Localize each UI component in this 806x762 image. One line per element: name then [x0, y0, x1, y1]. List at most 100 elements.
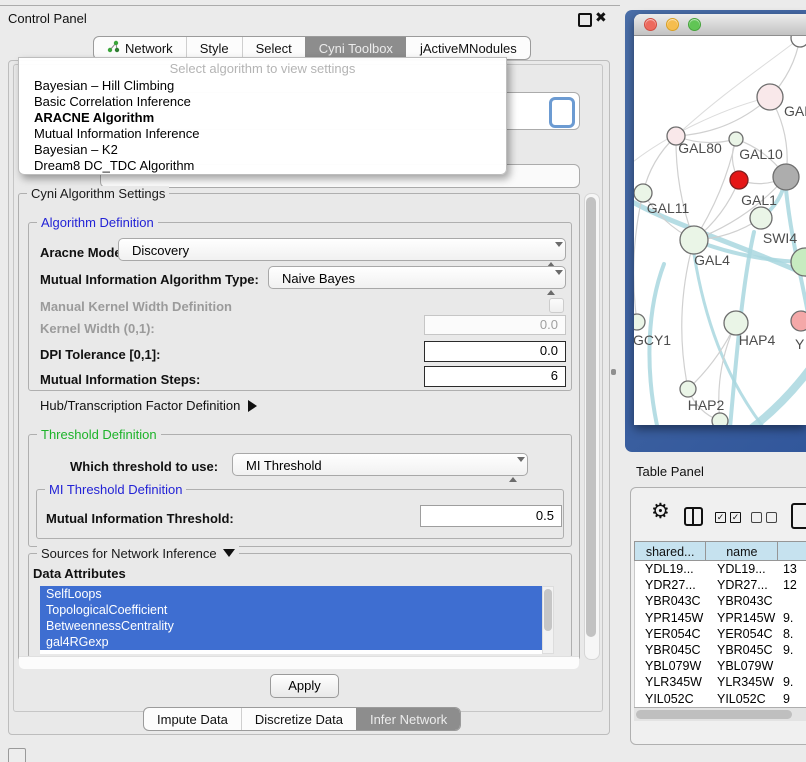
- tab-item[interactable]: Select: [242, 37, 305, 59]
- table-row[interactable]: YIL052C YIL052C 9: [635, 691, 806, 707]
- algorithm-option[interactable]: Bayesian – K2: [19, 142, 506, 158]
- settings-scrollbar-thumb[interactable]: [586, 197, 596, 637]
- mi-type-combo[interactable]: Naive Bayes: [268, 266, 566, 289]
- tab-item[interactable]: jActiveMNodules: [406, 37, 530, 59]
- aracne-mode-label: Aracne Mode:: [40, 245, 126, 260]
- table-header-row: shared...name: [634, 541, 806, 561]
- docked-panel-icon[interactable]: [8, 748, 26, 762]
- attribute-list-item[interactable]: SelfLoops: [40, 586, 542, 602]
- algorithm-option[interactable]: Bayesian – Hill Climbing: [19, 78, 506, 94]
- tab-label: Impute Data: [157, 712, 228, 727]
- dpi-tolerance-field[interactable]: 0.0: [424, 341, 566, 362]
- manual-kernel-checkbox[interactable]: [549, 298, 564, 313]
- expand-arrow-icon: [248, 400, 257, 412]
- table-row[interactable]: YER054C YER054C 8.: [635, 626, 806, 642]
- table-row[interactable]: YBR045C YBR045C 9.: [635, 642, 806, 658]
- mi-threshold-field[interactable]: 0.5: [420, 505, 562, 527]
- apply-button[interactable]: Apply: [270, 674, 339, 698]
- export-table-icon[interactable]: [791, 503, 806, 529]
- deselect-all-icon[interactable]: [751, 512, 762, 523]
- cell-shared-name: YDR27...: [635, 577, 707, 593]
- algorithm-option[interactable]: Mutual Information Inference: [19, 126, 506, 142]
- table-row[interactable]: YDL19... YDL19... 13: [635, 561, 806, 577]
- zoom-traffic-light[interactable]: [688, 18, 701, 31]
- table-row[interactable]: YPR145W YPR145W 9.: [635, 610, 806, 626]
- network-window: GALGAL80GAL10GAL1GAL11GAL4SWI4GCY1HAP4YH…: [634, 14, 806, 425]
- attribute-list-item[interactable]: BetweennessCentrality: [40, 618, 542, 634]
- attributes-scrollbar-thumb[interactable]: [544, 589, 552, 631]
- cell-name: YLR345W: [707, 674, 779, 690]
- mi-steps-field[interactable]: 6: [424, 366, 566, 387]
- tab-item[interactable]: Style: [186, 37, 242, 59]
- table-row[interactable]: YBR043C YBR043C: [635, 593, 806, 609]
- mi-type-label: Mutual Information Algorithm Type:: [40, 272, 259, 287]
- network-icon: [107, 40, 120, 56]
- cell-name: YER054C: [707, 626, 779, 642]
- select-all-checked-icon[interactable]: ✓: [730, 512, 741, 523]
- minimize-traffic-light[interactable]: [666, 18, 679, 31]
- kernel-width-label: Kernel Width (0,1):: [40, 321, 155, 336]
- column-header[interactable]: name: [706, 541, 778, 561]
- close-traffic-light[interactable]: [644, 18, 657, 31]
- svg-text:GAL4: GAL4: [694, 252, 730, 268]
- column-header[interactable]: shared...: [634, 541, 706, 561]
- table-scrollbar-thumb[interactable]: [636, 710, 792, 719]
- table-panel-title: Table Panel: [636, 464, 704, 479]
- list-bottom-strip: [19, 656, 579, 669]
- mi-type-value: Naive Bayes: [282, 271, 355, 286]
- columns-icon[interactable]: [684, 507, 703, 526]
- tab-item[interactable]: Network: [94, 37, 186, 59]
- tab-label: Cyni Toolbox: [319, 41, 393, 56]
- float-window-icon[interactable]: [578, 13, 592, 27]
- kernel-width-field[interactable]: 0.0: [424, 315, 566, 335]
- panel-splitter-handle[interactable]: [611, 369, 616, 375]
- tab-item[interactable]: Infer Network: [356, 708, 460, 730]
- cell-name: YPR145W: [707, 610, 779, 626]
- table-row[interactable]: YLR345W YLR345W 9.: [635, 674, 806, 690]
- cell-value: 12: [779, 577, 806, 593]
- control-panel-title: Control Panel: [8, 11, 87, 26]
- attributes-scrollbar[interactable]: [542, 586, 554, 654]
- tab-item[interactable]: Impute Data: [144, 708, 241, 730]
- close-icon[interactable]: ✖: [595, 9, 607, 26]
- svg-text:GAL1: GAL1: [741, 192, 777, 208]
- table-horizontal-scrollbar[interactable]: [634, 707, 806, 721]
- aracne-mode-combo[interactable]: Discovery: [118, 238, 566, 261]
- which-threshold-combo[interactable]: MI Threshold: [232, 453, 528, 476]
- tab-item[interactable]: Discretize Data: [241, 708, 356, 730]
- cell-value: 9: [779, 691, 806, 707]
- data-attributes-label: Data Attributes: [33, 566, 126, 581]
- algorithm-popup-hint: Select algorithm to view settings: [19, 58, 506, 78]
- svg-text:HAP4: HAP4: [739, 332, 776, 348]
- algorithm-option[interactable]: Dream8 DC_TDC Algorithm: [19, 158, 506, 174]
- svg-text:HAP2: HAP2: [688, 397, 725, 413]
- algorithm-option[interactable]: Basic Correlation Inference: [19, 94, 506, 110]
- cell-name: YDL19...: [707, 561, 779, 577]
- network-canvas[interactable]: GALGAL80GAL10GAL1GAL11GAL4SWI4GCY1HAP4YH…: [634, 36, 806, 425]
- table-toolbar: ⚙ ✓ ✓: [631, 488, 806, 538]
- algorithm-option[interactable]: ARACNE Algorithm: [19, 110, 506, 126]
- svg-text:SWI4: SWI4: [763, 230, 797, 246]
- cyni-mode-tabs: Impute Data Discretize Data Infer Networ…: [143, 707, 461, 731]
- gear-icon[interactable]: ⚙: [651, 498, 670, 526]
- cell-name: YDR27...: [707, 577, 779, 593]
- cell-shared-name: YPR145W: [635, 610, 707, 626]
- svg-text:Y: Y: [795, 336, 805, 352]
- hub-definition-expander[interactable]: Hub/Transcription Factor Definition: [40, 398, 257, 413]
- attribute-list-item[interactable]: gal4RGexp: [40, 634, 542, 650]
- tab-label: Network: [125, 41, 173, 56]
- cell-shared-name: YBL079W: [635, 658, 707, 674]
- settings-scrollbar[interactable]: [584, 193, 600, 660]
- deselect-all-icon[interactable]: [766, 512, 777, 523]
- tab-label: Discretize Data: [255, 712, 343, 727]
- table-row[interactable]: YBL079W YBL079W: [635, 658, 806, 674]
- dpi-tolerance-label: DPI Tolerance [0,1]:: [40, 347, 160, 362]
- select-all-checked-icon[interactable]: ✓: [715, 512, 726, 523]
- mi-threshold-label: Mutual Information Threshold:: [46, 511, 234, 526]
- network-window-titlebar[interactable]: [634, 14, 806, 36]
- column-header[interactable]: [778, 541, 806, 561]
- hub-definition-label: Hub/Transcription Factor Definition: [40, 398, 240, 413]
- tab-item[interactable]: Cyni Toolbox: [305, 37, 406, 59]
- table-row[interactable]: YDR27... YDR27... 12: [635, 577, 806, 593]
- attribute-list-item[interactable]: TopologicalCoefficient: [40, 602, 542, 618]
